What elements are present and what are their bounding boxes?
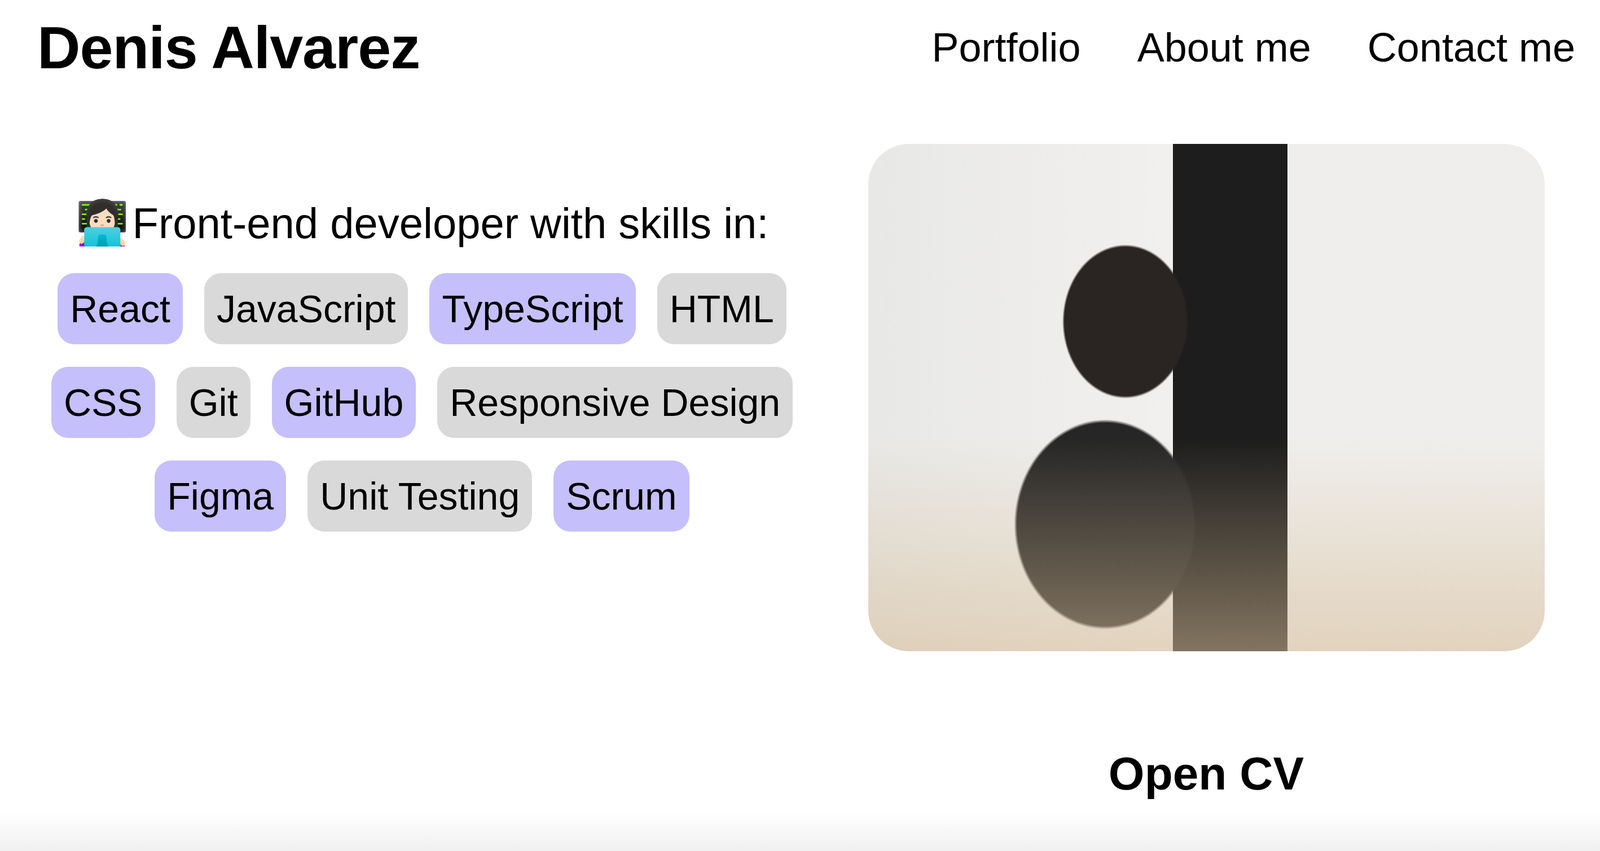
intro-heading: 👩🏻‍💻Front-end developer with skills in: — [75, 197, 769, 249]
skill-tag: Responsive Design — [437, 366, 793, 438]
skill-label: React — [69, 286, 171, 331]
skill-tag: Git — [176, 366, 251, 438]
skill-label: Scrum — [565, 473, 677, 518]
skill-label: CSS — [63, 380, 143, 425]
skill-label: HTML — [669, 286, 775, 331]
nav-link[interactable]: Portfolio — [932, 24, 1081, 71]
nav-link[interactable]: Contact me — [1367, 24, 1576, 71]
skills-section: 👩🏻‍💻Front-end developer with skills in: R… — [0, 84, 835, 851]
skill-label: GitHub — [284, 380, 404, 425]
skill-tag: Scrum — [553, 460, 689, 532]
site-title[interactable]: Denis Alvarez — [37, 13, 420, 82]
skill-tag: React — [57, 273, 183, 345]
nav-link[interactable]: About me — [1137, 24, 1312, 71]
skill-label: Git — [188, 380, 239, 425]
main-content: 👩🏻‍💻Front-end developer with skills in: R… — [0, 84, 1600, 851]
skill-tag: Unit Testing — [307, 460, 533, 532]
skill-list: React JavaScript TypeScript HTML CSS Git GitHu… — [22, 273, 822, 532]
skill-tag: GitHub — [271, 366, 417, 438]
profile-photo — [868, 143, 1545, 652]
site-header: Denis Alvarez Portfolio About me Contact me — [0, 0, 1600, 85]
skill-tag: Figma — [154, 460, 287, 532]
skill-tag: JavaScript — [204, 273, 408, 345]
profile-section: Open CV — [834, 84, 1600, 851]
skill-tag: TypeScript — [429, 273, 636, 345]
skill-tag: CSS — [51, 366, 156, 438]
main-nav: Portfolio About me Contact me — [932, 24, 1576, 71]
skill-tag: HTML — [657, 273, 787, 345]
intro-text: Front-end developer with skills in: — [132, 198, 769, 248]
skill-label: JavaScript — [216, 286, 396, 331]
skill-label: Responsive Design — [449, 380, 781, 425]
skill-label: TypeScript — [441, 286, 623, 331]
skill-label: Figma — [166, 473, 274, 518]
skill-label: Unit Testing — [319, 473, 520, 518]
developer-icon: 👩🏻‍💻 — [75, 197, 130, 249]
footer-shadow — [0, 811, 1600, 851]
open-cv-button[interactable]: Open CV — [1102, 746, 1310, 800]
